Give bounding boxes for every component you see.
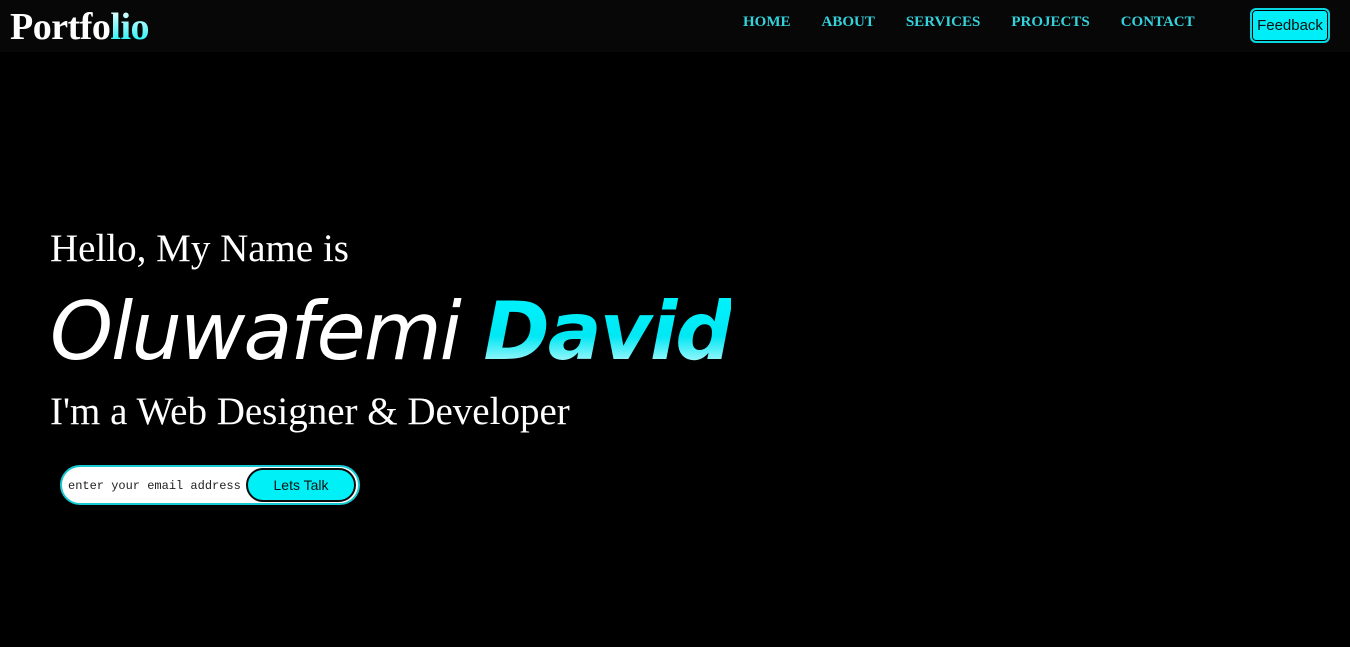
hero-role: I'm a Web Designer & Developer <box>50 390 570 433</box>
hero-name-first: Oluwafemi <box>50 285 462 378</box>
nav-item-contact: CONTACT <box>1121 13 1195 31</box>
nav-link-home[interactable]: HOME <box>743 14 791 30</box>
feedback-button[interactable]: Feedback <box>1250 8 1330 43</box>
email-form: Lets Talk <box>60 465 360 505</box>
nav-link-services[interactable]: SERVICES <box>906 14 981 30</box>
logo-text-primary: Portfo <box>10 6 111 48</box>
navbar: Portfolio HOME ABOUT SERVICES PROJECTS C… <box>0 0 1350 52</box>
nav-item-projects: PROJECTS <box>1011 13 1089 31</box>
nav-item-about: ABOUT <box>822 13 875 31</box>
nav-link-about[interactable]: ABOUT <box>822 14 875 30</box>
site-logo[interactable]: Portfolio <box>10 4 150 50</box>
hero-name: Oluwafemi David <box>50 282 733 382</box>
nav-item-services: SERVICES <box>906 13 981 31</box>
nav-links: HOME ABOUT SERVICES PROJECTS CONTACT <box>743 13 1195 31</box>
email-input[interactable] <box>68 475 248 497</box>
lets-talk-button[interactable]: Lets Talk <box>246 468 356 502</box>
nav-link-projects[interactable]: PROJECTS <box>1011 14 1089 30</box>
nav-link-contact[interactable]: CONTACT <box>1121 14 1195 30</box>
hero-name-last: David <box>483 285 732 378</box>
logo-text-accent: lio <box>110 6 150 48</box>
nav-item-home: HOME <box>743 13 791 31</box>
hero-greeting: Hello, My Name is <box>50 227 349 270</box>
